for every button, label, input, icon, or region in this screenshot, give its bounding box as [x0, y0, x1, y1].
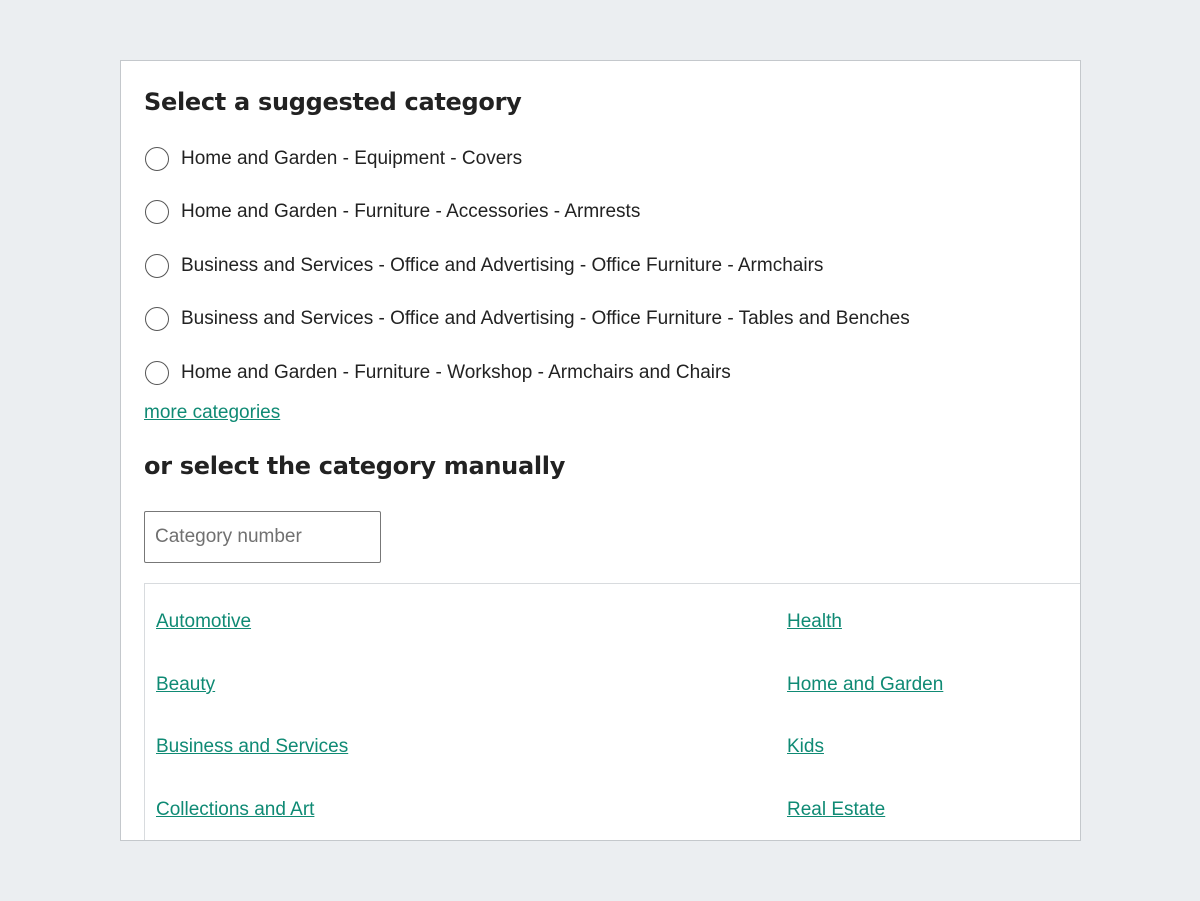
suggested-option-5[interactable]: Home and Garden - Furniture - Workshop -… [145, 358, 731, 388]
category-number-input[interactable] [144, 511, 381, 563]
category-link-automotive[interactable]: Automotive [156, 611, 251, 633]
suggested-option-label: Business and Services - Office and Adver… [181, 255, 824, 276]
suggested-option-label: Home and Garden - Furniture - Accessorie… [181, 201, 641, 222]
category-link-real-estate[interactable]: Real Estate [787, 799, 885, 821]
category-panel: Select a suggested category Home and Gar… [120, 60, 1081, 841]
category-link-home-and-garden[interactable]: Home and Garden [787, 674, 943, 696]
suggested-option-label: Home and Garden - Equipment - Covers [181, 148, 523, 169]
radio-button[interactable] [145, 200, 169, 224]
radio-button[interactable] [145, 361, 169, 385]
radio-button[interactable] [145, 147, 169, 171]
category-link-business-and-services[interactable]: Business and Services [156, 736, 348, 758]
suggested-option-3[interactable]: Business and Services - Office and Adver… [145, 251, 823, 281]
manual-category-heading: or select the category manually [144, 452, 566, 480]
category-link-health[interactable]: Health [787, 611, 842, 633]
category-link-beauty[interactable]: Beauty [156, 674, 215, 696]
suggested-option-2[interactable]: Home and Garden - Furniture - Accessorie… [145, 197, 640, 227]
suggested-category-heading: Select a suggested category [144, 88, 522, 116]
radio-button[interactable] [145, 254, 169, 278]
category-list: Automotive Beauty Business and Services … [144, 583, 1080, 840]
suggested-option-4[interactable]: Business and Services - Office and Adver… [145, 304, 910, 334]
suggested-option-1[interactable]: Home and Garden - Equipment - Covers [145, 144, 522, 174]
more-categories-link[interactable]: more categories [144, 402, 280, 424]
suggested-option-label: Business and Services - Office and Adver… [181, 308, 910, 329]
suggested-option-label: Home and Garden - Furniture - Workshop -… [181, 362, 731, 383]
radio-button[interactable] [145, 307, 169, 331]
category-link-kids[interactable]: Kids [787, 736, 824, 758]
category-link-collections-and-art[interactable]: Collections and Art [156, 799, 314, 821]
